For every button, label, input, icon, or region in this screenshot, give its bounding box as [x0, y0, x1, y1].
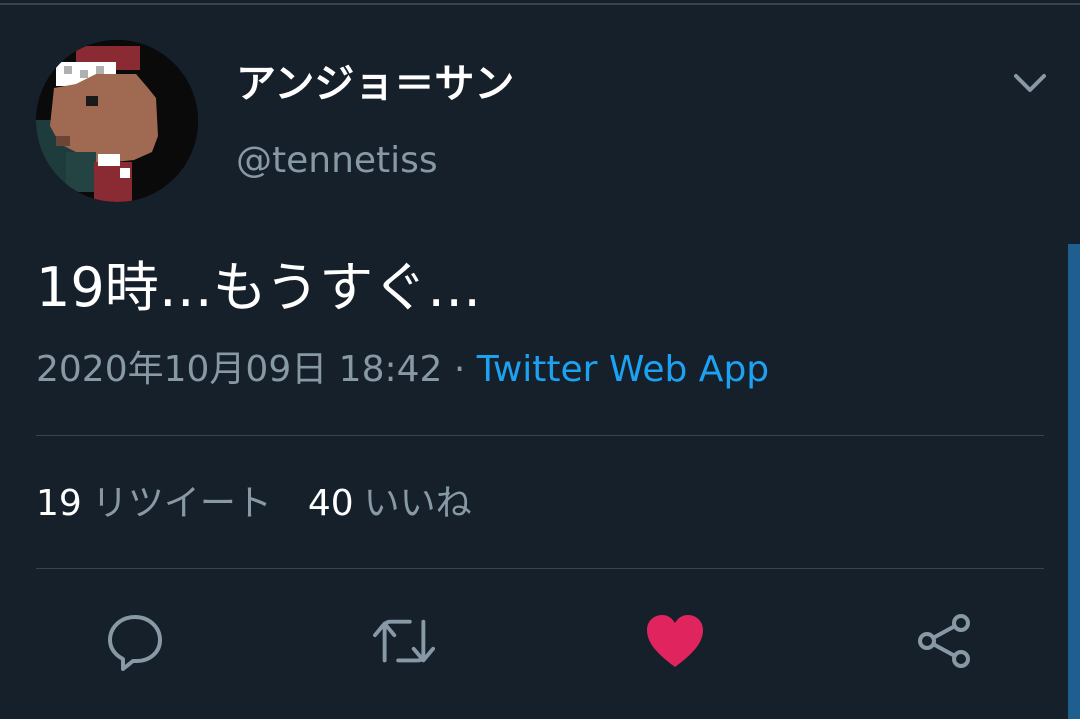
- retweet-button[interactable]: [373, 610, 435, 672]
- tweet-timestamp[interactable]: 2020年10月09日 18:42: [36, 349, 442, 390]
- user-handle[interactable]: @tennetiss: [236, 136, 438, 186]
- retweets-count: 19: [36, 483, 82, 524]
- likes-count: 40: [307, 483, 354, 524]
- meta-separator: ·: [442, 349, 477, 390]
- display-name[interactable]: アンジョ＝サン: [236, 56, 514, 112]
- scrollbar[interactable]: [1068, 244, 1080, 719]
- stats-divider-top: [36, 435, 1044, 436]
- retweet-icon: [373, 619, 435, 663]
- likes-stat[interactable]: 40 いいね: [308, 483, 472, 524]
- retweets-stat[interactable]: 19 リツイート: [36, 483, 272, 524]
- tweet-meta: 2020年10月09日 18:42 · Twitter Web App: [36, 344, 769, 396]
- top-divider: [0, 3, 1080, 5]
- avatar-image: [36, 40, 198, 202]
- like-button[interactable]: [644, 610, 706, 672]
- avatar[interactable]: [36, 40, 198, 202]
- reply-icon: [108, 615, 162, 671]
- share-icon: [918, 614, 970, 668]
- chevron-down-icon[interactable]: [1010, 64, 1050, 104]
- likes-label: いいね: [363, 483, 472, 524]
- tweet-stats: 19 リツイート 40 いいね: [36, 478, 472, 530]
- reply-button[interactable]: [104, 610, 166, 672]
- share-button[interactable]: [914, 610, 976, 672]
- tweet-text: 19時…もうすぐ…: [36, 256, 482, 319]
- tweet-source-link[interactable]: Twitter Web App: [477, 349, 769, 390]
- stats-divider-bottom: [36, 568, 1044, 569]
- retweets-label: リツイート: [91, 483, 272, 524]
- heart-icon: [647, 615, 703, 667]
